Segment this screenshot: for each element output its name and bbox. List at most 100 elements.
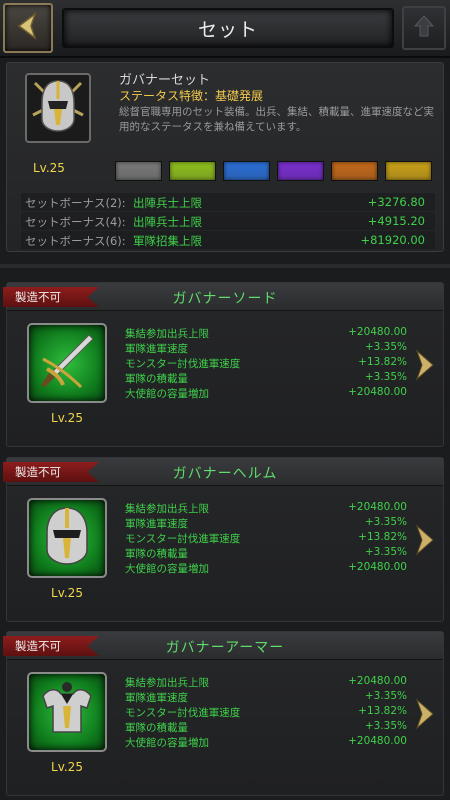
stat-value: +20480.00 — [348, 735, 407, 747]
item-icon-box[interactable] — [27, 323, 107, 403]
chevron-right-icon — [413, 524, 435, 560]
bonus-label: セットボーナス(6): — [25, 234, 126, 248]
stat-label: 大使館の容量増加 — [125, 388, 209, 400]
chevron-right-icon — [413, 698, 435, 734]
set-bonus-list: セットボーナス(2): 出陣兵士上限 +3276.80 セットボーナス(4): … — [21, 193, 435, 250]
stat-label: 集結参加出兵上限 — [125, 677, 209, 689]
stat-label: 集結参加出兵上限 — [125, 328, 209, 340]
stat-row: 集結参加出兵上限 +20480.00 — [125, 500, 415, 515]
stat-row: 大使館の容量増加 +20480.00 — [125, 560, 415, 575]
stat-value: +20480.00 — [348, 501, 407, 513]
stat-row: 軍隊の積載量 +3.35% — [125, 370, 415, 385]
equipment-card-armor[interactable]: 製造不可 ガバナーアーマー Lv.25 集結参加出兵上限 +20480.00 軍隊… — [3, 631, 444, 796]
item-detail-button[interactable] — [411, 698, 437, 734]
stat-label: モンスター討伐進軍速度 — [125, 707, 241, 719]
stat-value: +20480.00 — [348, 386, 407, 398]
stat-value: +3.35% — [364, 371, 407, 383]
stat-value: +3.35% — [364, 341, 407, 353]
back-arrow-icon — [13, 11, 43, 45]
set-bonus-row: セットボーナス(4): 出陣兵士上限 +4915.20 — [21, 212, 435, 230]
helmet-icon — [37, 504, 97, 572]
equipment-card-helm[interactable]: 製造不可 ガバナーヘルム Lv.25 集結参加出兵上限 +20480.00 軍隊進… — [3, 457, 444, 622]
set-name: ガバナーセット — [119, 73, 211, 88]
set-emblem — [25, 73, 91, 143]
item-detail-button[interactable] — [411, 349, 437, 385]
section-divider — [0, 264, 450, 268]
info-icon — [411, 13, 437, 43]
stat-row: 大使館の容量増加 +20480.00 — [125, 385, 415, 400]
quality-gold[interactable] — [385, 161, 432, 181]
item-icon-box[interactable] — [27, 498, 107, 578]
stat-label: 軍隊の積載量 — [125, 722, 188, 734]
bonus-stat: 軍隊招集上限 — [133, 234, 202, 248]
bonus-value: +4915.20 — [367, 214, 425, 228]
stat-label: 軍隊の積載量 — [125, 373, 188, 385]
bonus-value: +81920.00 — [360, 233, 425, 247]
back-button[interactable] — [3, 3, 53, 53]
stat-row: モンスター討伐進軍速度 +13.82% — [125, 530, 415, 545]
page-title: セット — [197, 18, 258, 41]
set-level: Lv.25 — [33, 161, 65, 175]
stat-row: 集結参加出兵上限 +20480.00 — [125, 325, 415, 340]
stat-row: モンスター討伐進軍速度 +13.82% — [125, 355, 415, 370]
equipment-card-sword[interactable]: 製造不可 ガバナーソード Lv.25 集結参加出兵上限 +20480.00 軍隊進… — [3, 282, 444, 447]
item-name: ガバナーアーマー — [165, 640, 285, 656]
stat-label: モンスター討伐進軍速度 — [125, 358, 241, 370]
stat-row: 大使館の容量増加 +20480.00 — [125, 734, 415, 749]
stat-label: 大使館の容量増加 — [125, 737, 209, 749]
stat-value: +3.35% — [364, 720, 407, 732]
item-stat-list: 集結参加出兵上限 +20480.00 軍隊進軍速度 +3.35% モンスター討伐進軍… — [125, 500, 415, 575]
item-title-bar: 製造不可 ガバナーソード — [3, 283, 443, 311]
stat-row: 軍隊進軍速度 +3.35% — [125, 340, 415, 355]
title-plate: セット — [62, 8, 394, 48]
governor-helmet-emblem-icon — [29, 75, 87, 141]
stat-row: モンスター討伐進軍速度 +13.82% — [125, 704, 415, 719]
item-stat-list: 集結参加出兵上限 +20480.00 軍隊進軍速度 +3.35% モンスター討伐進軍… — [125, 674, 415, 749]
header-bar: セット — [0, 0, 450, 58]
armor-icon — [35, 678, 99, 746]
bonus-label: セットボーナス(2): — [25, 196, 126, 210]
stat-value: +13.82% — [358, 531, 407, 543]
stat-label: モンスター討伐進軍速度 — [125, 533, 241, 545]
bonus-value: +3276.80 — [367, 195, 425, 209]
stat-value: +3.35% — [364, 546, 407, 558]
set-bonus-row: セットボーナス(2): 出陣兵士上限 +3276.80 — [21, 193, 435, 211]
item-level: Lv.25 — [51, 586, 83, 600]
stat-row: 軍隊進軍速度 +3.35% — [125, 689, 415, 704]
stat-label: 軍隊進軍速度 — [125, 343, 188, 355]
quality-orange[interactable] — [331, 161, 378, 181]
stat-label: 軍隊進軍速度 — [125, 518, 188, 530]
quality-selector — [115, 161, 432, 181]
stat-row: 集結参加出兵上限 +20480.00 — [125, 674, 415, 689]
set-summary-panel: Lv.25 ガバナーセット ステータス特徴：基礎発展 総督官職専用のセット装備。… — [6, 62, 444, 252]
stat-value: +13.82% — [358, 356, 407, 368]
item-level: Lv.25 — [51, 411, 83, 425]
item-name: ガバナーソード — [172, 291, 278, 307]
stat-value: +20480.00 — [348, 326, 407, 338]
item-detail-button[interactable] — [411, 524, 437, 560]
stat-label: 軍隊進軍速度 — [125, 692, 188, 704]
item-level: Lv.25 — [51, 760, 83, 774]
bonus-label: セットボーナス(4): — [25, 215, 126, 229]
info-button[interactable] — [402, 6, 446, 50]
stat-value: +20480.00 — [348, 561, 407, 573]
item-name: ガバナーヘルム — [172, 466, 278, 482]
stat-value: +13.82% — [358, 705, 407, 717]
quality-blue[interactable] — [223, 161, 270, 181]
bonus-stat: 出陣兵士上限 — [133, 215, 202, 229]
item-icon-box[interactable] — [27, 672, 107, 752]
quality-green[interactable] — [169, 161, 216, 181]
stat-label: 大使館の容量増加 — [125, 563, 209, 575]
stat-value: +3.35% — [364, 690, 407, 702]
item-stat-list: 集結参加出兵上限 +20480.00 軍隊進軍速度 +3.35% モンスター討伐進軍… — [125, 325, 415, 400]
stat-label: 軍隊の積載量 — [125, 548, 188, 560]
chevron-right-icon — [413, 349, 435, 385]
stat-row: 軍隊の積載量 +3.35% — [125, 545, 415, 560]
stat-label: 集結参加出兵上限 — [125, 503, 209, 515]
stat-row: 軍隊進軍速度 +3.35% — [125, 515, 415, 530]
set-trait: ステータス特徴：基礎発展 — [119, 89, 264, 103]
quality-gray[interactable] — [115, 161, 162, 181]
item-title-bar: 製造不可 ガバナーアーマー — [3, 632, 443, 660]
quality-purple[interactable] — [277, 161, 324, 181]
stat-value: +3.35% — [364, 516, 407, 528]
